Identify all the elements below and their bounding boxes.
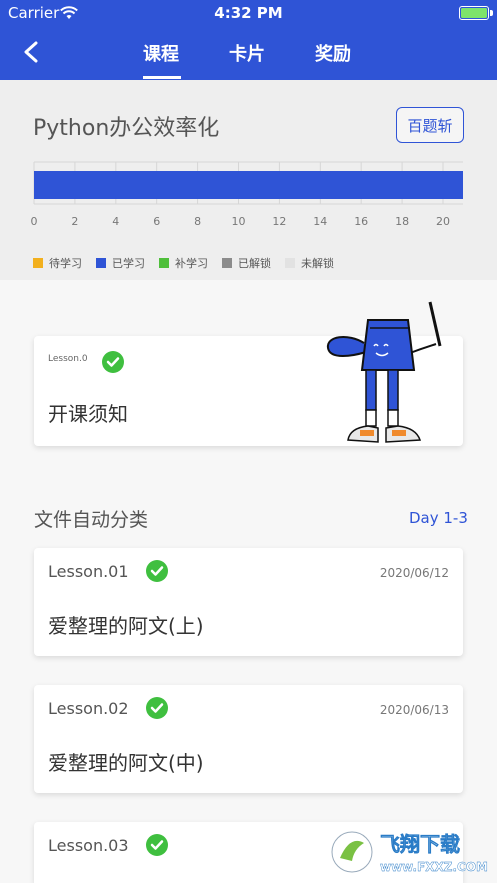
tick-label: 8 [194,215,201,228]
legend-item-unlocked: 已解锁 [222,255,271,271]
lesson-number: Lesson.02 [48,699,129,718]
tab-bar: 课程 卡片 奖励 [0,40,497,80]
battery-icon [459,6,493,20]
active-tab-indicator [143,76,181,79]
lesson-number: Lesson.0 [48,354,88,364]
check-circle-icon [102,351,124,373]
status-bar: Carrier 4:32 PM [0,4,497,24]
legend-item-pending: 待学习 [33,255,82,271]
progress-legend: 待学习 已学习 补学习 已解锁 未解锁 [33,255,334,271]
tick-label: 16 [354,215,368,228]
tick-label: 4 [112,215,119,228]
check-circle-icon [146,697,168,719]
legend-item-learned: 已学习 [96,255,145,271]
tick-label: 18 [395,215,409,228]
section-day-range: Day 1-3 [409,509,468,527]
lesson-number: Lesson.03 [48,836,129,855]
lesson-date: 2020/06/13 [379,703,449,717]
watermark-text: 飞翔下载 [380,832,460,856]
check-circle-icon [146,560,168,582]
progress-chart: 0 2 4 6 8 10 12 14 16 18 20 [31,161,463,228]
lesson-title: 开课须知 [48,402,128,426]
tab-courses[interactable]: 课程 [143,40,179,66]
check-circle-icon [146,834,168,856]
top-nav-bar: Carrier 4:32 PM 课程 卡片 奖励 [0,0,497,80]
tick-label: 0 [31,215,38,228]
tick-label: 20 [436,215,450,228]
watermark-logo: 飞翔下载 www.FXXZ.COM [331,831,488,874]
legend-item-makeup: 补学习 [159,255,208,271]
status-time: 4:32 PM [214,4,283,22]
tick-label: 10 [232,215,246,228]
tick-label: 2 [71,215,78,228]
tick-label: 6 [153,215,160,228]
watermark-url: www.FXXZ.COM [380,860,488,874]
tab-rewards[interactable]: 奖励 [315,40,351,66]
legend-item-locked: 未解锁 [285,255,334,271]
tick-label: 14 [313,215,327,228]
lesson-card[interactable]: Lesson.02 2020/06/13 爱整理的阿文(中) [34,685,463,793]
mascot-illustration [326,301,442,443]
tick-label: 12 [272,215,286,228]
lesson-card[interactable]: Lesson.01 2020/06/12 爱整理的阿文(上) [34,548,463,656]
lesson-date: 2020/06/12 [379,566,449,580]
tab-cards[interactable]: 卡片 [229,40,265,66]
lesson-title: 爱整理的阿文(中) [48,751,204,775]
learned-progress-bar [34,171,463,199]
lesson-title: 爱整理的阿文(上) [48,614,204,638]
section-title: 文件自动分类 [34,509,149,531]
lesson-number: Lesson.01 [48,562,129,581]
